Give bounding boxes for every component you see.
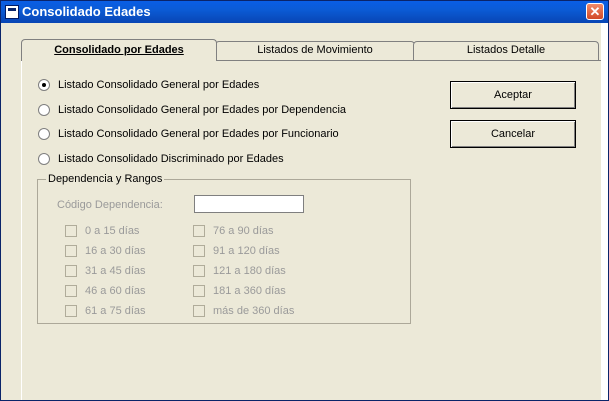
checkbox-icon[interactable] xyxy=(65,305,77,317)
option-general[interactable]: Listado Consolidado General por Edades xyxy=(38,77,259,93)
tab-consolidado-por-edades[interactable]: Consolidado por Edades xyxy=(21,39,217,61)
checkbox-icon[interactable] xyxy=(65,245,77,257)
option-label: Listado Consolidado General por Edades p… xyxy=(58,128,339,140)
radio-icon[interactable] xyxy=(38,153,50,165)
range-checkbox[interactable]: 61 a 75 días xyxy=(65,305,146,317)
option-label: Listado Consolidado General por Edades xyxy=(58,79,260,91)
checkbox-icon[interactable] xyxy=(193,245,205,257)
option-por-dependencia[interactable]: Listado Consolidado General por Edades p… xyxy=(38,102,346,118)
tab-listados-de-movimiento[interactable]: Listados de Movimiento xyxy=(215,41,415,60)
tab-listados-detalle[interactable]: Listados Detalle xyxy=(413,41,599,60)
window-title: Consolidado Edades xyxy=(22,4,151,19)
range-label: 46 a 60 días xyxy=(85,285,146,297)
range-label: 76 a 90 días xyxy=(213,225,274,237)
range-checkbox[interactable]: 31 a 45 días xyxy=(65,265,146,277)
tab-strip: Consolidado por Edades Listados de Movim… xyxy=(21,39,601,61)
range-checkbox[interactable]: 91 a 120 días xyxy=(193,245,280,257)
range-label: 121 a 180 días xyxy=(213,265,286,277)
range-checkbox[interactable]: 16 a 30 días xyxy=(65,245,146,257)
range-label: 181 a 360 días xyxy=(213,285,286,297)
option-por-funcionario[interactable]: Listado Consolidado General por Edades p… xyxy=(38,126,339,142)
range-label: 16 a 30 días xyxy=(85,245,146,257)
group-title: Dependencia y Rangos xyxy=(46,173,165,185)
checkbox-icon[interactable] xyxy=(65,285,77,297)
checkbox-icon[interactable] xyxy=(65,265,77,277)
codigo-dependencia-input[interactable] xyxy=(194,195,304,213)
app-icon xyxy=(5,5,19,19)
range-label: más de 360 días xyxy=(213,305,295,317)
option-discriminado[interactable]: Listado Consolidado Discriminado por Eda… xyxy=(38,151,284,167)
close-button[interactable]: ✕ xyxy=(586,3,604,20)
range-label: 61 a 75 días xyxy=(85,305,146,317)
range-label: 91 a 120 días xyxy=(213,245,280,257)
range-checkbox[interactable]: 76 a 90 días xyxy=(193,225,274,237)
range-checkbox[interactable]: 0 a 15 días xyxy=(65,225,139,237)
checkbox-icon[interactable] xyxy=(193,265,205,277)
checkbox-icon[interactable] xyxy=(193,285,205,297)
range-checkbox[interactable]: 181 a 360 días xyxy=(193,285,286,297)
checkbox-icon[interactable] xyxy=(193,305,205,317)
checkbox-icon[interactable] xyxy=(65,225,77,237)
range-label: 31 a 45 días xyxy=(85,265,146,277)
cancel-button[interactable]: Cancelar xyxy=(450,120,576,148)
radio-icon[interactable] xyxy=(38,79,50,91)
option-label: Listado Consolidado Discriminado por Eda… xyxy=(58,153,284,165)
accept-button[interactable]: Aceptar xyxy=(450,81,576,109)
codigo-dependencia-label: Código Dependencia: xyxy=(57,199,163,211)
title-bar: Consolidado Edades ✕ xyxy=(1,1,608,23)
range-checkbox[interactable]: 46 a 60 días xyxy=(65,285,146,297)
consolidado-edades-window: Consolidado Edades ✕ Consolidado por Eda… xyxy=(0,0,609,401)
window-right-edge xyxy=(601,23,608,400)
radio-icon[interactable] xyxy=(38,128,50,140)
option-label: Listado Consolidado General por Edades p… xyxy=(58,104,347,116)
range-checkbox[interactable]: 121 a 180 días xyxy=(193,265,286,277)
range-checkbox[interactable]: más de 360 días xyxy=(193,305,294,317)
checkbox-icon[interactable] xyxy=(193,225,205,237)
range-label: 0 a 15 días xyxy=(85,225,140,237)
radio-icon[interactable] xyxy=(38,104,50,116)
